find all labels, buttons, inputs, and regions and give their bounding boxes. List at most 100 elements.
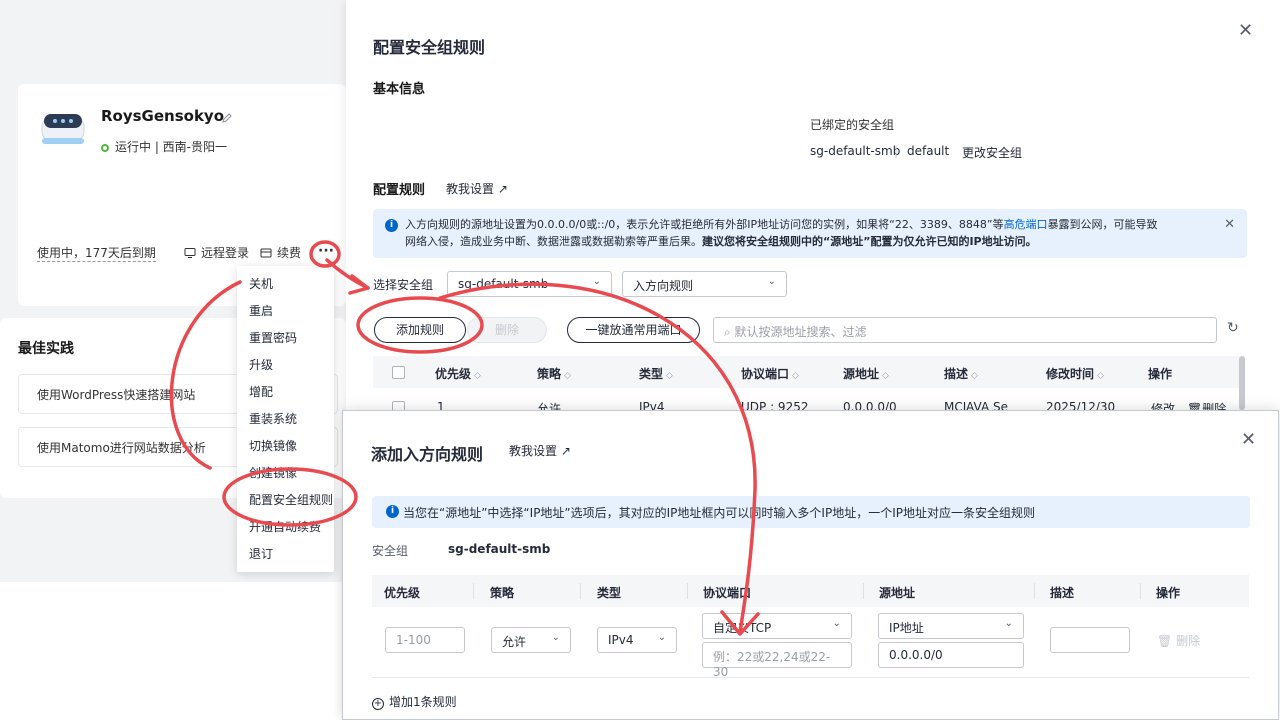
- th-type: 类型: [597, 586, 622, 600]
- menu-item-reset-password[interactable]: 重置密码: [249, 329, 297, 346]
- refresh-icon[interactable]: ↻: [1227, 320, 1239, 336]
- menu-item-unsubscribe[interactable]: 退订: [249, 545, 273, 562]
- source-ip-input[interactable]: 0.0.0.0/0: [878, 642, 1024, 668]
- open-common-ports-button[interactable]: 一键放通常用端口: [567, 317, 700, 343]
- port-input[interactable]: 例：22或22,24或22-30: [702, 642, 852, 679]
- alert-text-4: 建议您将安全组规则中的“源地址”配置为仅允许已知的IP地址访问。: [702, 235, 1037, 248]
- column-divider: [1140, 583, 1141, 599]
- server-name: RoysGensokyo: [101, 107, 225, 125]
- protocol-select[interactable]: 自定义TCP ⌄: [702, 613, 852, 639]
- info-banner: i 当您在“源地址”中选择“IP地址”选项后，其对应的IP地址框内可以同时输入多…: [372, 496, 1250, 528]
- info-text: 当您在“源地址”中选择“IP地址”选项后，其对应的IP地址框内可以同时输入多个I…: [403, 506, 1035, 520]
- add-more-rule-button[interactable]: + 增加1条规则: [372, 693, 457, 710]
- usage-text[interactable]: 使用中，177天后到期: [37, 244, 156, 262]
- menu-item-upgrade[interactable]: 升级: [249, 356, 273, 373]
- renew-button[interactable]: 续费: [260, 244, 301, 261]
- trash-icon: 🗑: [1157, 634, 1177, 648]
- sg-value: sg-default-smb: [448, 542, 551, 556]
- menu-item-create-image[interactable]: 创建镜像: [249, 464, 297, 481]
- info-icon: i: [386, 505, 399, 518]
- plus-circle-icon: +: [372, 698, 384, 710]
- chevron-down-icon: ⌄: [592, 276, 601, 287]
- bound-sg-desc: default: [907, 144, 950, 158]
- dialog-title: 添加入方向规则: [371, 445, 484, 464]
- menu-item-switch-image[interactable]: 切换镜像: [249, 437, 297, 454]
- edit-icon[interactable]: [221, 112, 233, 124]
- add-rule-button[interactable]: 添加规则: [374, 317, 466, 343]
- menu-item-restart[interactable]: 重启: [249, 302, 273, 319]
- menu-item-auto-renew[interactable]: 开通自动续费: [249, 518, 321, 535]
- type-select[interactable]: IPv4 ⌄: [597, 627, 677, 653]
- external-link-icon: ↗: [497, 182, 508, 196]
- th-policy[interactable]: 策略 ◇: [537, 365, 571, 382]
- bound-sg-label: 已绑定的安全组: [810, 118, 895, 132]
- sg-select[interactable]: sg-default-smb ⌄: [447, 271, 612, 297]
- search-input[interactable]: ⌕ 默认按源地址搜索、过滤: [713, 317, 1217, 343]
- alert-banner: i 入方向规则的源地址设置为0.0.0.0/0或::/0，表示允许或拒绝所有外部…: [373, 209, 1247, 258]
- config-rules-heading: 配置规则: [373, 183, 426, 198]
- menu-item-reinstall[interactable]: 重装系统: [249, 410, 297, 427]
- external-link-icon: ↗: [560, 444, 571, 458]
- close-icon[interactable]: ✕: [1241, 429, 1256, 450]
- more-options-button[interactable]: ···: [314, 243, 338, 263]
- th-port: 协议端口: [703, 586, 752, 600]
- server-status: 运行中 | 西南-贵阳一: [101, 138, 227, 155]
- server-icon: [41, 114, 85, 144]
- column-divider: [687, 583, 688, 599]
- row-delete-button[interactable]: 🗑 删除: [1157, 632, 1200, 649]
- renew-label: 续费: [277, 246, 302, 260]
- th-actions: 操作: [1148, 367, 1173, 381]
- th-desc[interactable]: 描述 ◇: [944, 365, 978, 382]
- close-icon[interactable]: ✕: [1238, 20, 1253, 41]
- th-type[interactable]: 类型 ◇: [639, 365, 673, 382]
- remote-login-button[interactable]: 远程登录: [184, 244, 249, 261]
- alert-close-icon[interactable]: ✕: [1224, 217, 1235, 232]
- remote-login-label: 远程登录: [201, 246, 250, 260]
- menu-item-add-config[interactable]: 增配: [249, 383, 273, 400]
- desc-input[interactable]: [1050, 627, 1130, 653]
- dialog-title: 配置安全组规则: [373, 38, 486, 57]
- th-source: 源地址: [879, 586, 916, 600]
- sort-icon: ◇: [666, 371, 673, 381]
- help-link-label: 教我设置: [446, 182, 495, 196]
- card-icon: [260, 248, 272, 258]
- column-divider: [863, 583, 864, 599]
- th-policy: 策略: [490, 586, 515, 600]
- column-divider: [473, 583, 474, 599]
- policy-select[interactable]: 允许 ⌄: [491, 627, 571, 653]
- sg-label: 安全组: [372, 544, 409, 558]
- high-risk-port-link[interactable]: 高危端口: [1004, 218, 1048, 231]
- sg-select-value: sg-default-smb: [458, 277, 549, 291]
- alert-text-3: 网络入侵，造成业务中断、数据泄露或数据勒索等严重后果。: [405, 235, 702, 248]
- row-divider: [372, 677, 1249, 678]
- help-link-label: 教我设置: [509, 444, 558, 458]
- menu-item-shutdown[interactable]: 关机: [249, 275, 273, 292]
- priority-input[interactable]: 1-100: [385, 627, 465, 653]
- chevron-down-icon: ⌄: [551, 632, 560, 643]
- sort-icon: ◇: [1097, 371, 1104, 381]
- direction-select[interactable]: 入方向规则 ⌄: [622, 271, 787, 297]
- menu-item-security-group[interactable]: 配置安全组规则: [249, 491, 333, 508]
- sort-icon: ◇: [564, 371, 571, 381]
- source-type-value: IP地址: [889, 621, 924, 635]
- bound-sg-separator: |: [894, 144, 899, 158]
- th-priority[interactable]: 优先级 ◇: [435, 365, 481, 382]
- select-all-checkbox[interactable]: [392, 366, 405, 379]
- th-port[interactable]: 协议端口 ◇: [741, 365, 799, 382]
- th-source[interactable]: 源地址 ◇: [843, 365, 889, 382]
- bound-sg-name: sg-default-smb: [810, 144, 901, 158]
- sort-icon: ◇: [971, 371, 978, 381]
- search-placeholder: 默认按源地址搜索、过滤: [734, 325, 867, 339]
- table-scrollbar[interactable]: [1239, 356, 1245, 410]
- help-link[interactable]: 教我设置 ↗: [509, 442, 571, 459]
- th-time[interactable]: 修改时间 ◇: [1046, 365, 1104, 382]
- help-link[interactable]: 教我设置 ↗: [446, 180, 508, 197]
- change-sg-link[interactable]: 更改安全组: [962, 144, 1022, 161]
- alert-text: 入方向规则的源地址设置为0.0.0.0/0或::/0，表示允许或拒绝所有外部IP…: [405, 216, 1215, 250]
- source-type-select[interactable]: IP地址 ⌄: [878, 613, 1024, 639]
- th-priority: 优先级: [384, 586, 421, 600]
- delete-button[interactable]: 删除: [467, 317, 547, 343]
- sort-icon: ◇: [882, 371, 889, 381]
- chevron-down-icon: ⌄: [767, 276, 776, 287]
- sort-icon: ◇: [474, 371, 481, 381]
